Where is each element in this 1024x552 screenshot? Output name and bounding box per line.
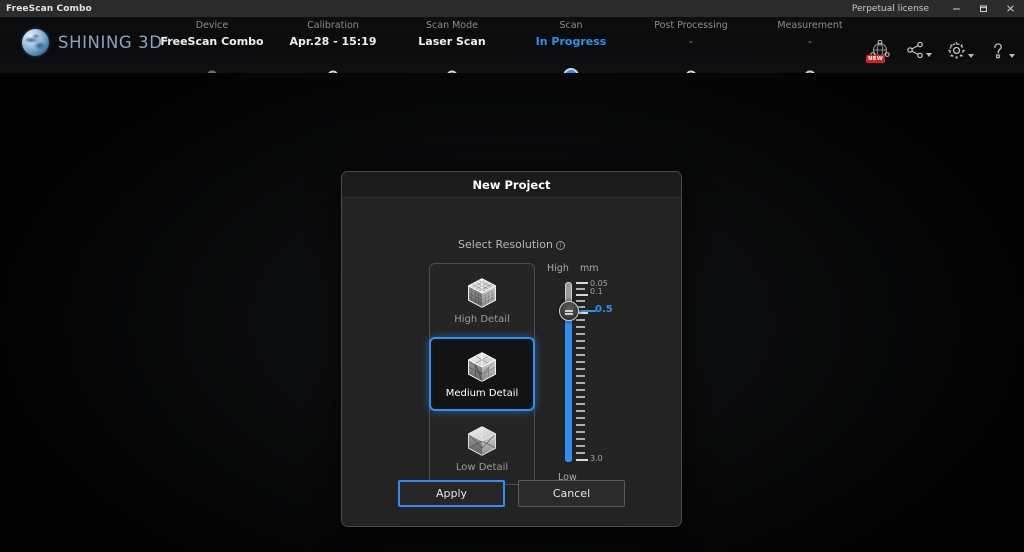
cancel-button[interactable]: Cancel [518,480,625,507]
step-measurement[interactable]: Measurement - [740,19,880,49]
select-resolution-text: Select Resolution [458,238,553,251]
help-caret-icon [1009,54,1015,58]
gear-icon [946,40,967,61]
maximize-icon [978,3,989,14]
apply-button[interactable]: Apply [398,480,505,507]
resolution-option-group: High Detail [429,263,535,485]
resolution-label-low-detail: Low Detail [456,462,508,473]
info-icon[interactable]: i [556,241,565,250]
os-title-bar: FreeScan Combo Perpetual license [0,0,1024,17]
settings-button[interactable] [946,40,974,61]
global-markers-button[interactable]: NEW [869,39,891,61]
new-badge: NEW [866,55,885,63]
slider-tick-label-1: 0.1 [590,287,603,296]
slider-current-value: 0.5 [595,304,613,315]
step-scan[interactable]: Scan In Progress [501,19,641,49]
cube-low-detail-icon [464,423,500,459]
select-resolution-label: Select Resolutioni [342,238,681,251]
dialog-button-row: Apply Cancel [342,480,681,507]
resolution-option-low-detail[interactable]: Low Detail [429,411,535,485]
maximize-button[interactable] [970,0,997,17]
new-project-dialog: New Project Select Resolutioni [341,171,682,527]
share-icon [905,40,925,60]
step-measurement-name: Measurement [740,19,880,33]
window-controls [943,0,1024,17]
step-device-value: FreeScan Combo [142,35,282,49]
step-device-name: Device [142,19,282,33]
cube-medium-detail-icon [464,349,500,385]
dialog-title: New Project [472,178,550,192]
step-measurement-value: - [740,35,880,49]
license-label: Perpetual license [852,4,943,14]
step-device[interactable]: Device FreeScan Combo [142,19,282,49]
slider-fill [565,315,572,462]
dialog-body: Select Resolutioni [342,198,681,527]
scan-canvas: New Project Select Resolutioni [0,73,1024,552]
help-icon [988,40,1008,61]
resolution-label-medium-detail: Medium Detail [446,388,519,399]
dialog-header: New Project [342,172,681,198]
close-icon [1005,3,1016,14]
header-icon-bar: NEW [869,39,1015,61]
help-button[interactable] [988,40,1015,61]
resolution-slider: High mm [547,258,657,488]
app-header: SHINING 3D® Device FreeScan Combo Calibr… [0,17,1024,73]
resolution-option-medium-detail[interactable]: Medium Detail [429,337,535,411]
minimize-button[interactable] [943,0,970,17]
minimize-icon [951,3,962,14]
close-button[interactable] [997,0,1024,17]
resolution-option-high-detail[interactable]: High Detail [429,263,535,337]
window-title: FreeScan Combo [0,4,92,14]
settings-caret-icon [968,54,974,58]
slider-handle[interactable] [559,301,579,321]
share-caret-icon [926,53,932,57]
slider-tick-label-2: 3.0 [590,454,603,463]
step-scan-name: Scan [501,19,641,33]
application-window: FreeScan Combo Perpetual license [0,0,1024,552]
slider-high-label: High [547,263,569,274]
cube-high-detail-icon [464,275,500,311]
step-scan-value: In Progress [501,35,641,49]
slider-unit-label: mm [580,263,599,274]
share-button[interactable] [905,40,932,60]
resolution-label-high-detail: High Detail [454,314,510,325]
slider-value-pointer [578,310,596,312]
